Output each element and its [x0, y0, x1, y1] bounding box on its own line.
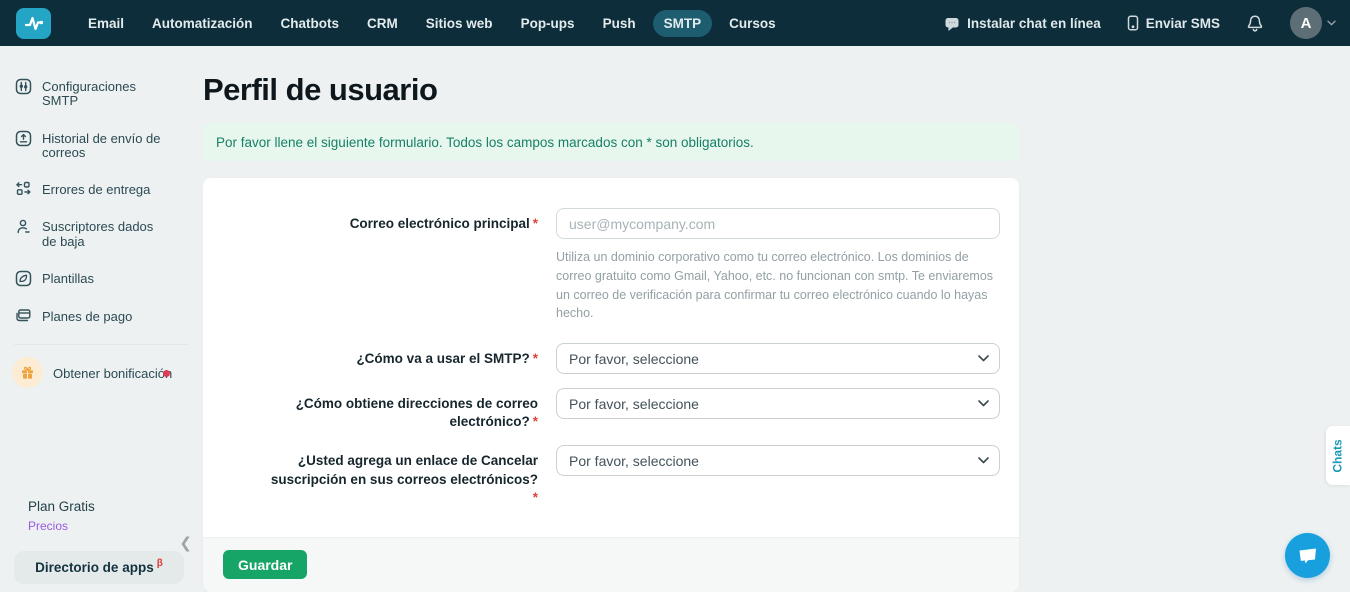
- install-chat-label: Instalar chat en línea: [967, 16, 1101, 31]
- sidebar-item-label: Errores de entrega: [42, 180, 150, 197]
- payment-plans-icon: [14, 307, 32, 324]
- chevron-down-icon: [1327, 20, 1336, 26]
- sidebar-menu: Configuraciones SMTP Historial de envío …: [0, 46, 202, 388]
- field-control: Utiliza un dominio corporativo como tu c…: [556, 208, 1000, 323]
- primary-email-input[interactable]: [556, 208, 1000, 239]
- form-footer: Guardar: [203, 537, 1019, 592]
- chevron-down-icon: [978, 457, 989, 464]
- select-value: Por favor, seleccione: [569, 396, 699, 412]
- send-sms-link[interactable]: Enviar SMS: [1127, 15, 1220, 31]
- sidebar-item-planes-pago[interactable]: Planes de pago: [14, 307, 194, 324]
- nav-item-chatbots[interactable]: Chatbots: [270, 10, 351, 37]
- address-source-select[interactable]: Por favor, seleccione: [556, 388, 1000, 419]
- sidebar-item-suscriptores-baja[interactable]: Suscriptores dados de baja: [14, 217, 194, 249]
- templates-icon: [14, 269, 32, 287]
- sidebar: Configuraciones SMTP Historial de envío …: [0, 46, 202, 592]
- required-asterisk: *: [533, 216, 538, 231]
- account-menu[interactable]: A: [1290, 7, 1336, 39]
- chevron-down-icon: [978, 355, 989, 362]
- nav-item-crm[interactable]: CRM: [356, 10, 409, 37]
- profile-form-card: Correo electrónico principal* Utiliza un…: [203, 178, 1019, 592]
- email-help-text: Utiliza un dominio corporativo como tu c…: [556, 248, 1000, 323]
- sidebar-item-obtener-bonificacion[interactable]: Obtener bonificación: [12, 357, 194, 388]
- info-banner: Por favor llene el siguiente formulario.…: [203, 123, 1019, 161]
- nav-item-cursos[interactable]: Cursos: [718, 10, 787, 37]
- required-asterisk: *: [533, 490, 538, 505]
- field-label: ¿Cómo obtiene direcciones de correo elec…: [223, 388, 556, 431]
- sidebar-item-label: Plantillas: [42, 269, 94, 286]
- field-label: ¿Cómo va a usar el SMTP?*: [223, 343, 556, 374]
- required-asterisk: *: [533, 351, 538, 366]
- sidebar-item-label: Suscriptores dados de baja: [42, 217, 168, 249]
- nav-item-push[interactable]: Push: [592, 10, 647, 37]
- unsubscribe-link-select[interactable]: Por favor, seleccione: [556, 445, 1000, 476]
- sidebar-bottom: Plan Gratis Precios Directorio de apps β: [0, 499, 202, 592]
- chat-bubble-icon: [1296, 545, 1320, 567]
- smartphone-icon: [1127, 15, 1139, 31]
- gift-icon: [12, 357, 43, 388]
- nav-item-automatizacion[interactable]: Automatización: [141, 10, 264, 37]
- field-label: ¿Usted agrega un enlace de Cancelar susc…: [223, 445, 556, 507]
- sidebar-collapse-icon[interactable]: ❮: [179, 534, 192, 552]
- pricing-link[interactable]: Precios: [28, 519, 68, 533]
- field-control: Por favor, seleccione: [556, 343, 1000, 374]
- delivery-errors-icon: [14, 180, 32, 196]
- chat-bubble-icon: [944, 16, 960, 31]
- select-value: Por favor, seleccione: [569, 351, 699, 367]
- sidebar-item-configuraciones-smtp[interactable]: Configuraciones SMTP: [14, 77, 194, 109]
- sidebar-item-label: Configuraciones SMTP: [42, 77, 168, 109]
- nav-item-email[interactable]: Email: [77, 10, 135, 37]
- sidebar-item-historial-envio[interactable]: Historial de envío de correos: [14, 129, 194, 161]
- chats-side-tab[interactable]: Chats: [1326, 426, 1350, 485]
- notifications-bell-icon[interactable]: [1246, 14, 1264, 33]
- main-content: Perfil de usuario Por favor llene el sig…: [203, 46, 1019, 592]
- nav-item-smtp-active[interactable]: SMTP: [653, 10, 713, 37]
- beta-badge: β: [157, 558, 163, 569]
- live-chat-button[interactable]: [1285, 533, 1330, 578]
- plan-label: Plan Gratis: [28, 499, 202, 514]
- sidebar-divider: [14, 344, 188, 345]
- form-row-unsubscribe-link: ¿Usted agrega un enlace de Cancelar susc…: [223, 445, 999, 507]
- field-control: Por favor, seleccione: [556, 388, 1000, 431]
- save-button[interactable]: Guardar: [223, 550, 307, 579]
- main-menu: Email Automatización Chatbots CRM Sitios…: [77, 10, 787, 37]
- nav-item-popups[interactable]: Pop-ups: [510, 10, 586, 37]
- sidebar-item-label: Planes de pago: [42, 307, 132, 324]
- sidebar-item-plantillas[interactable]: Plantillas: [14, 269, 194, 287]
- nav-item-sitios-web[interactable]: Sitios web: [415, 10, 504, 37]
- apps-directory-label: Directorio de apps: [35, 560, 154, 575]
- nav-right-group: Instalar chat en línea Enviar SMS A: [944, 7, 1336, 39]
- top-navigation-bar: Email Automatización Chatbots CRM Sitios…: [0, 0, 1350, 46]
- sidebar-item-label: Obtener bonificación: [53, 364, 172, 381]
- avatar: A: [1290, 7, 1322, 39]
- smtp-settings-icon: [14, 77, 32, 95]
- info-banner-text: Por favor llene el siguiente formulario.…: [216, 135, 754, 150]
- chevron-down-icon: [978, 400, 989, 407]
- unsubscribed-icon: [14, 217, 32, 235]
- select-value: Por favor, seleccione: [569, 453, 699, 469]
- apps-directory-button[interactable]: Directorio de apps β: [14, 551, 184, 584]
- chats-tab-label: Chats: [1331, 439, 1345, 472]
- sidebar-item-errores-entrega[interactable]: Errores de entrega: [14, 180, 194, 197]
- form-row-email: Correo electrónico principal* Utiliza un…: [223, 208, 999, 323]
- sidebar-item-label: Historial de envío de correos: [42, 129, 168, 161]
- field-label: Correo electrónico principal*: [223, 208, 556, 323]
- required-asterisk: *: [533, 414, 538, 429]
- pulse-icon: [22, 12, 46, 34]
- send-history-icon: [14, 129, 32, 147]
- form-row-smtp-usage: ¿Cómo va a usar el SMTP?* Por favor, sel…: [223, 343, 999, 374]
- form-body: Correo electrónico principal* Utiliza un…: [203, 178, 1019, 537]
- install-chat-link[interactable]: Instalar chat en línea: [944, 16, 1101, 31]
- send-sms-label: Enviar SMS: [1146, 16, 1220, 31]
- smtp-usage-select[interactable]: Por favor, seleccione: [556, 343, 1000, 374]
- sendpulse-logo[interactable]: [16, 8, 51, 39]
- page-title: Perfil de usuario: [203, 72, 1019, 108]
- form-row-address-source: ¿Cómo obtiene direcciones de correo elec…: [223, 388, 999, 431]
- field-control: Por favor, seleccione: [556, 445, 1000, 507]
